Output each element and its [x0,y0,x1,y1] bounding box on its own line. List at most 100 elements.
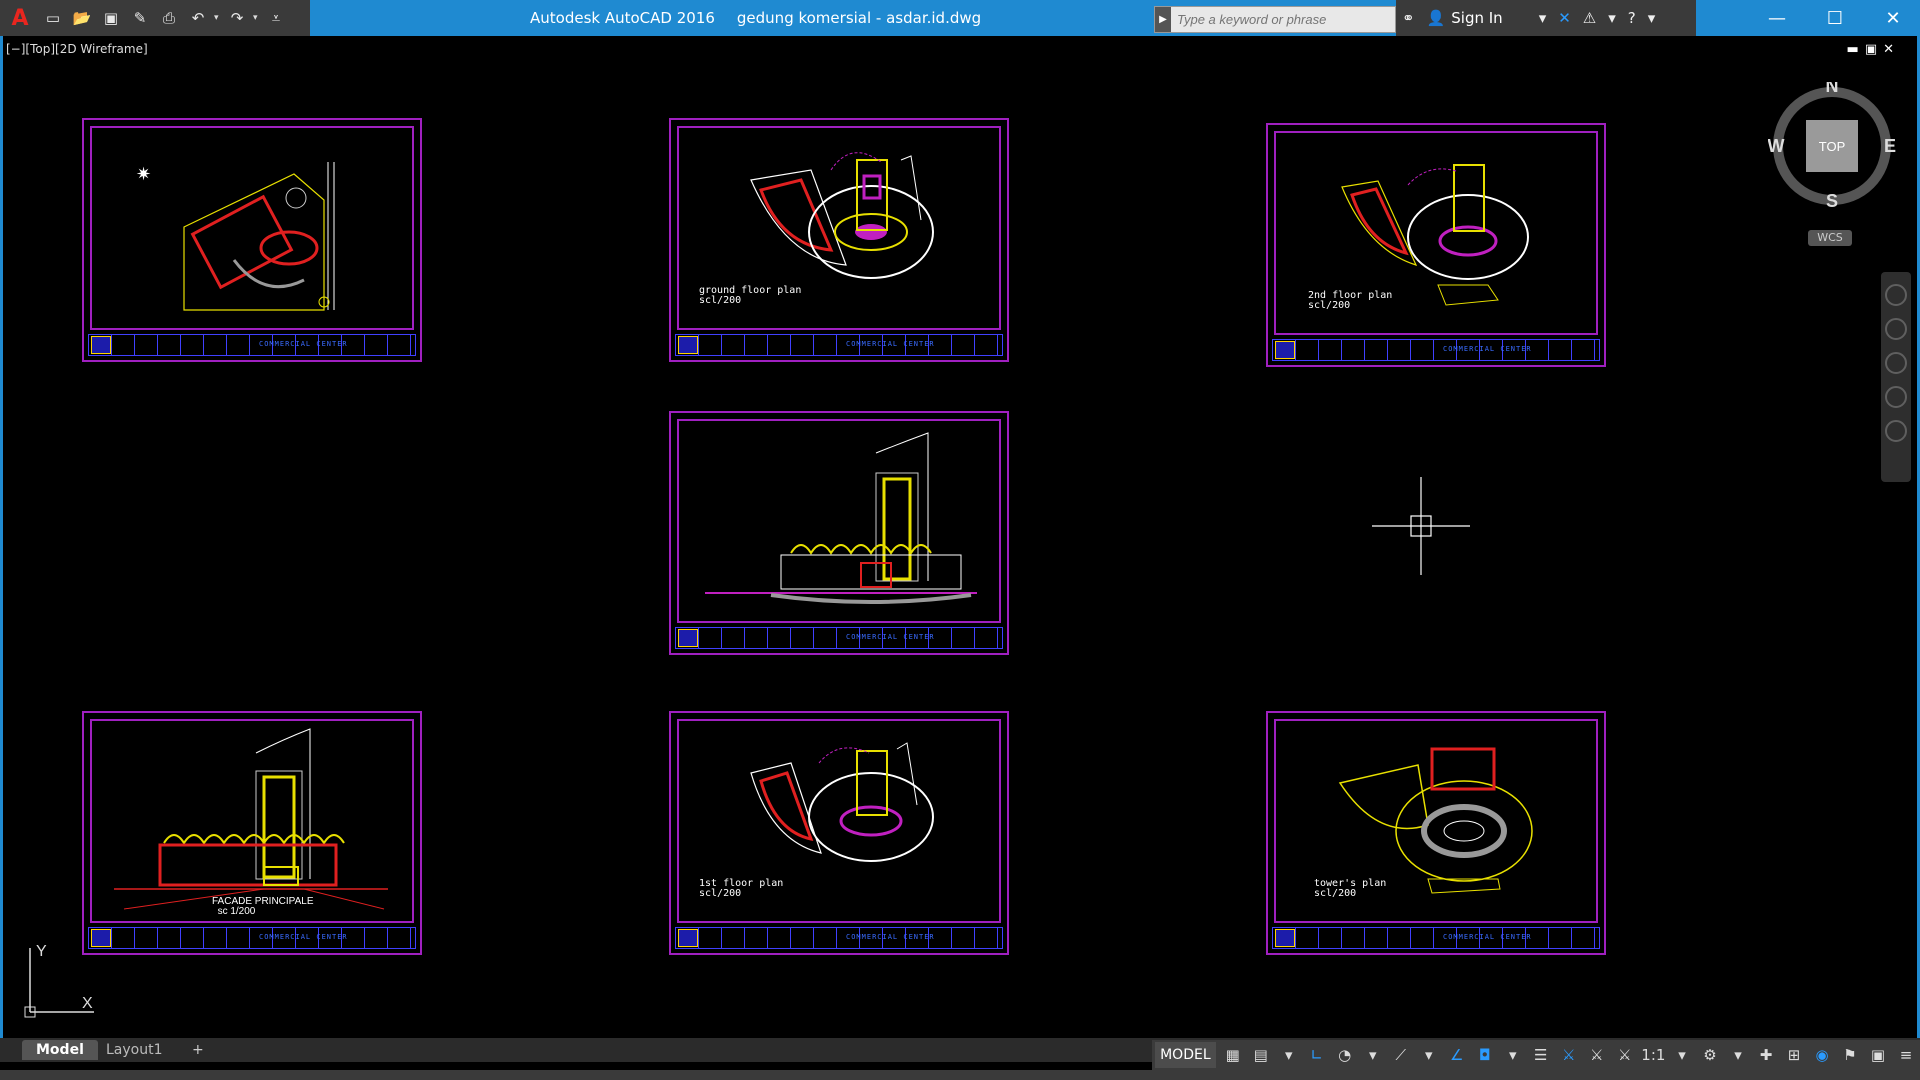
north-arrow-icon: ✷ [136,164,151,185]
title-block: COMMERCIAL CENTER [675,927,1003,949]
title-block: COMMERCIAL CENTER [1272,339,1600,361]
crosshair-cursor-icon [1372,477,1470,575]
title-block: COMMERCIAL CENTER [88,927,416,949]
title-bar: A ▭ 📂 ▣ ✎ ⎙ ↶ ▾ ↷ ▾ ⩡ Autodesk AutoCAD 2… [0,0,1920,36]
sheet-label: 1st floor plan scl/200 [699,878,784,899]
object-snap-icon[interactable]: ◘ [1474,1042,1496,1068]
sheet-label: ground floor plan scl/200 [699,285,802,306]
steering-wheel-icon[interactable] [1885,284,1907,306]
snap-icon[interactable]: ▤ [1250,1042,1272,1068]
polar-tracking-icon[interactable]: ◔ [1334,1042,1356,1068]
sheet-label: FACADE PRINCIPALE sc 1/200 [212,896,314,917]
model-space-button[interactable]: MODEL [1155,1042,1216,1068]
title-block-logo-icon [1275,341,1295,359]
stay-connected-icon[interactable]: ⚠ [1583,9,1596,27]
help-dropdown-icon[interactable]: ▾ [1648,9,1656,27]
sheet-1st-floor-plan[interactable]: 1st floor plan scl/200 COMMERCIAL CENTER [669,711,1009,955]
sheet-facade-principale[interactable]: FACADE PRINCIPALE sc 1/200 COMMERCIAL CE… [82,711,422,955]
hardware-acceleration-icon[interactable]: ◉ [1811,1042,1833,1068]
window-title: Autodesk AutoCAD 2016 gedung komersial - … [530,0,1003,36]
save-icon[interactable]: ▣ [98,5,124,31]
redo-dropdown-icon[interactable]: ▾ [253,13,263,23]
title-block: COMMERCIAL CENTER [675,334,1003,356]
autocad-logo-icon[interactable]: A [0,0,40,36]
annotation-scale-icon[interactable]: ⚔ [1614,1042,1636,1068]
binoculars-icon[interactable]: ⚭ [1402,9,1415,27]
clean-screen-icon[interactable]: ▣ [1867,1042,1889,1068]
orbit-icon[interactable] [1885,386,1907,408]
new-file-icon[interactable]: ▭ [40,5,66,31]
ucs-y-label: Y [36,943,47,960]
tab-model[interactable]: Model [22,1040,98,1060]
showmotion-icon[interactable] [1885,420,1907,442]
tab-layout1[interactable]: Layout1 [92,1040,177,1060]
polar-dropdown-icon[interactable]: ▾ [1362,1042,1384,1068]
isolate-objects-icon[interactable]: ⚑ [1839,1042,1861,1068]
viewport-window-controls[interactable]: ▬▣✕ [1847,42,1900,57]
title-block-text: COMMERCIAL CENTER [846,933,935,941]
infocenter-toolbar: ⚭ 👤 Sign In ▾ ✕ ⚠ ▾ ? ▾ [1396,0,1696,36]
customize-qat-icon[interactable]: ⩡ [263,5,289,31]
2nd-floor-plan-drawing [1341,164,1529,306]
stay-connected-dropdown-icon[interactable]: ▾ [1608,9,1616,27]
compass-east: E [1884,136,1896,156]
title-block-text: COMMERCIAL CENTER [259,933,348,941]
undo-icon[interactable]: ↶ [185,5,211,31]
maximize-icon[interactable]: ☐ [1806,0,1864,36]
isodraft-icon[interactable]: ⟋ [1390,1042,1412,1068]
customization-menu-icon[interactable]: ≡ [1895,1042,1917,1068]
snap-dropdown-icon[interactable]: ▾ [1278,1042,1300,1068]
osnap-dropdown-icon[interactable]: ▾ [1502,1042,1524,1068]
document-name: gedung komersial - asdar.id.dwg [736,9,982,27]
title-block-logo-icon [91,336,111,354]
title-block-text: COMMERCIAL CENTER [1443,933,1532,941]
help-icon[interactable]: ? [1628,9,1636,27]
minimize-icon[interactable]: — [1748,0,1806,36]
sheet-towers-plan[interactable]: tower's plan scl/200 COMMERCIAL CENTER [1266,711,1606,955]
workspace-gear-icon[interactable]: ⚙ [1699,1042,1721,1068]
lineweight-icon[interactable]: ☰ [1530,1042,1552,1068]
workspace-dropdown-icon[interactable]: ▾ [1727,1042,1749,1068]
search-expand-icon[interactable]: ▶ [1155,7,1171,32]
sheet-site-plan[interactable]: ✷ COMMERCIAL CENTER [82,118,422,362]
pan-icon[interactable] [1885,318,1907,340]
plot-icon[interactable]: ⎙ [156,5,182,31]
ortho-icon[interactable]: ∟ [1306,1042,1328,1068]
save-as-icon[interactable]: ✎ [127,5,153,31]
redo-icon[interactable]: ↷ [224,5,250,31]
annotation-scale-value[interactable]: 1:1 [1641,1042,1665,1068]
sheet-ground-floor-plan[interactable]: ground floor plan scl/200 COMMERCIAL CEN… [669,118,1009,362]
zoom-icon[interactable] [1885,352,1907,374]
title-block-text: COMMERCIAL CENTER [259,340,348,348]
add-layout-button[interactable]: + [178,1040,218,1060]
open-folder-icon[interactable]: 📂 [69,5,95,31]
sheet-label: 2nd floor plan scl/200 [1308,290,1393,311]
search-box[interactable]: ▶ [1154,6,1396,33]
close-icon[interactable]: ✕ [1864,0,1920,36]
exchange-apps-icon[interactable]: ✕ [1558,9,1571,27]
user-icon[interactable]: 👤 [1427,9,1446,27]
ground-floor-plan-drawing [750,152,934,279]
viewcube-compass[interactable]: TOP N S E W [1768,82,1896,210]
1st-floor-plan-drawing [750,742,934,862]
auto-scale-icon[interactable]: ⚔ [1586,1042,1608,1068]
object-snap-tracking-icon[interactable]: ∠ [1446,1042,1468,1068]
search-input[interactable] [1171,9,1393,30]
facade-drawing [114,728,388,910]
scale-dropdown-icon[interactable]: ▾ [1671,1042,1693,1068]
signin-dropdown-icon[interactable]: ▾ [1539,9,1547,27]
viewport-controls-label[interactable]: [−][Top][2D Wireframe] [6,42,148,56]
units-icon[interactable]: ⊞ [1783,1042,1805,1068]
navigation-bar[interactable] [1881,272,1911,482]
wcs-menu-button[interactable]: WCS [1808,230,1852,246]
sign-in-button[interactable]: Sign In [1451,9,1502,27]
sheet-side-elevation[interactable]: COMMERCIAL CENTER [669,411,1009,655]
sheet-2nd-floor-plan[interactable]: 2nd floor plan scl/200 COMMERCIAL CENTER [1266,123,1606,367]
annotation-monitor-icon[interactable]: ✚ [1755,1042,1777,1068]
bottom-strip [0,1070,1920,1080]
grid-icon[interactable]: ▦ [1222,1042,1244,1068]
isodraft-dropdown-icon[interactable]: ▾ [1418,1042,1440,1068]
title-block-text: COMMERCIAL CENTER [1443,345,1532,353]
undo-dropdown-icon[interactable]: ▾ [214,13,224,23]
annotation-visibility-icon[interactable]: ⚔ [1558,1042,1580,1068]
